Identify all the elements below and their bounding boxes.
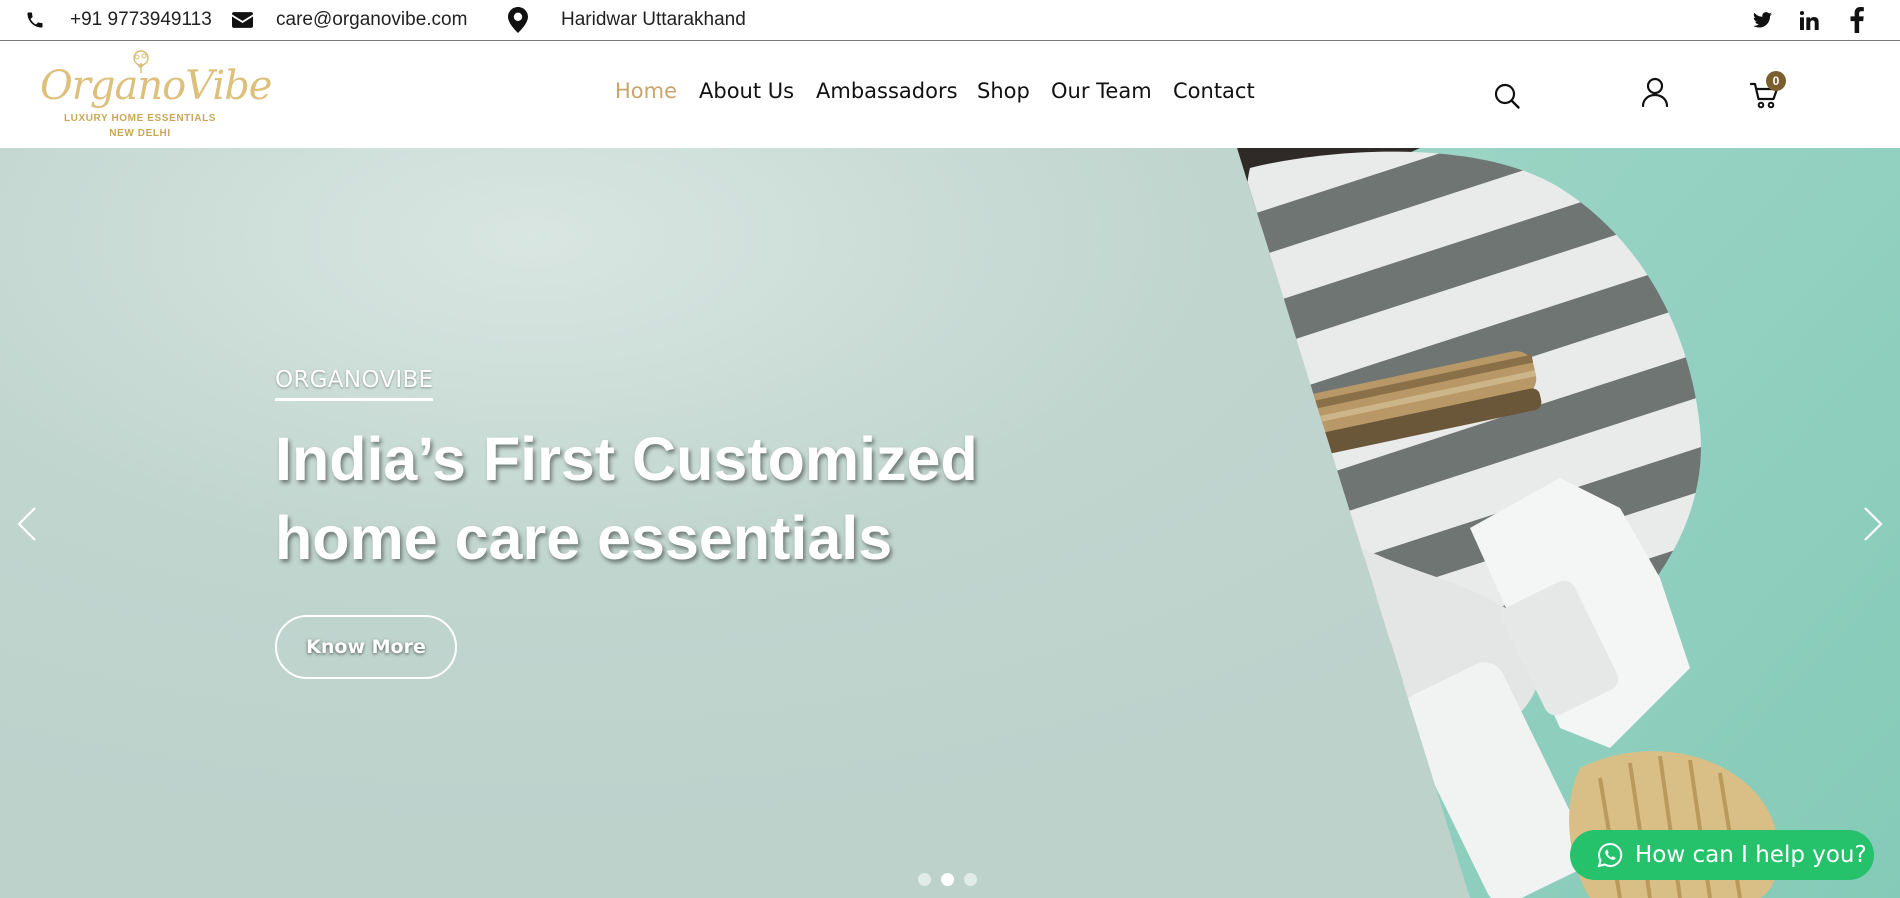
envelope-icon	[232, 12, 253, 28]
phone-icon	[25, 10, 45, 30]
hero-title-line-1: India’s First Customized	[275, 425, 978, 493]
phone-contact[interactable]: +91 9773949113	[25, 0, 212, 40]
hero-title: India’s First Customized home care essen…	[275, 420, 1095, 578]
slider-dot-1[interactable]	[918, 873, 931, 886]
email-address: care@organovibe.com	[276, 9, 468, 30]
user-icon[interactable]	[1638, 75, 1672, 109]
facebook-icon[interactable]	[1845, 0, 1869, 40]
whatsapp-label: How can I help you?	[1635, 842, 1867, 868]
chevron-left-icon	[17, 507, 36, 541]
slider-dot-3[interactable]	[964, 873, 977, 886]
whatsapp-icon	[1597, 842, 1623, 868]
hero-slider: ORGANOVIBE India’s First Customized home…	[0, 148, 1900, 898]
nav-ambassadors[interactable]: Ambassadors	[816, 79, 958, 103]
email-contact[interactable]: care@organovibe.com	[232, 0, 467, 40]
nav-our-team[interactable]: Our Team	[1051, 79, 1152, 103]
cart-count-badge: 0	[1766, 71, 1786, 91]
search-icon[interactable]	[1490, 79, 1524, 113]
map-pin-icon	[508, 7, 528, 33]
nav-contact[interactable]: Contact	[1173, 79, 1255, 103]
know-more-button[interactable]: Know More	[275, 615, 457, 679]
main-nav: Home About Us Ambassadors Shop Our Team …	[0, 41, 1900, 148]
prev-slide-arrow[interactable]	[12, 504, 42, 544]
nav-about-us[interactable]: About Us	[699, 79, 794, 103]
linkedin-icon[interactable]	[1797, 0, 1821, 40]
twitter-icon[interactable]	[1750, 0, 1774, 40]
chevron-right-icon	[1864, 507, 1883, 541]
slider-dot-2[interactable]	[941, 873, 954, 886]
hero-title-line-2: home care essentials	[275, 504, 893, 572]
site-header: OrganoVibe LUXURY HOME ESSENTIALS NEW DE…	[0, 41, 1900, 148]
next-slide-arrow[interactable]	[1858, 504, 1888, 544]
location-text: Haridwar Uttarakhand	[561, 9, 746, 30]
hero-eyebrow: ORGANOVIBE	[275, 367, 434, 401]
phone-number: +91 9773949113	[70, 9, 212, 30]
nav-shop[interactable]: Shop	[977, 79, 1030, 103]
top-bar: +91 9773949113 care@organovibe.com Harid…	[0, 0, 1900, 41]
nav-home[interactable]: Home	[615, 79, 677, 103]
location-contact: Haridwar Uttarakhand	[508, 0, 746, 40]
slider-dots	[918, 873, 977, 886]
whatsapp-chat-button[interactable]: How can I help you?	[1570, 830, 1874, 880]
